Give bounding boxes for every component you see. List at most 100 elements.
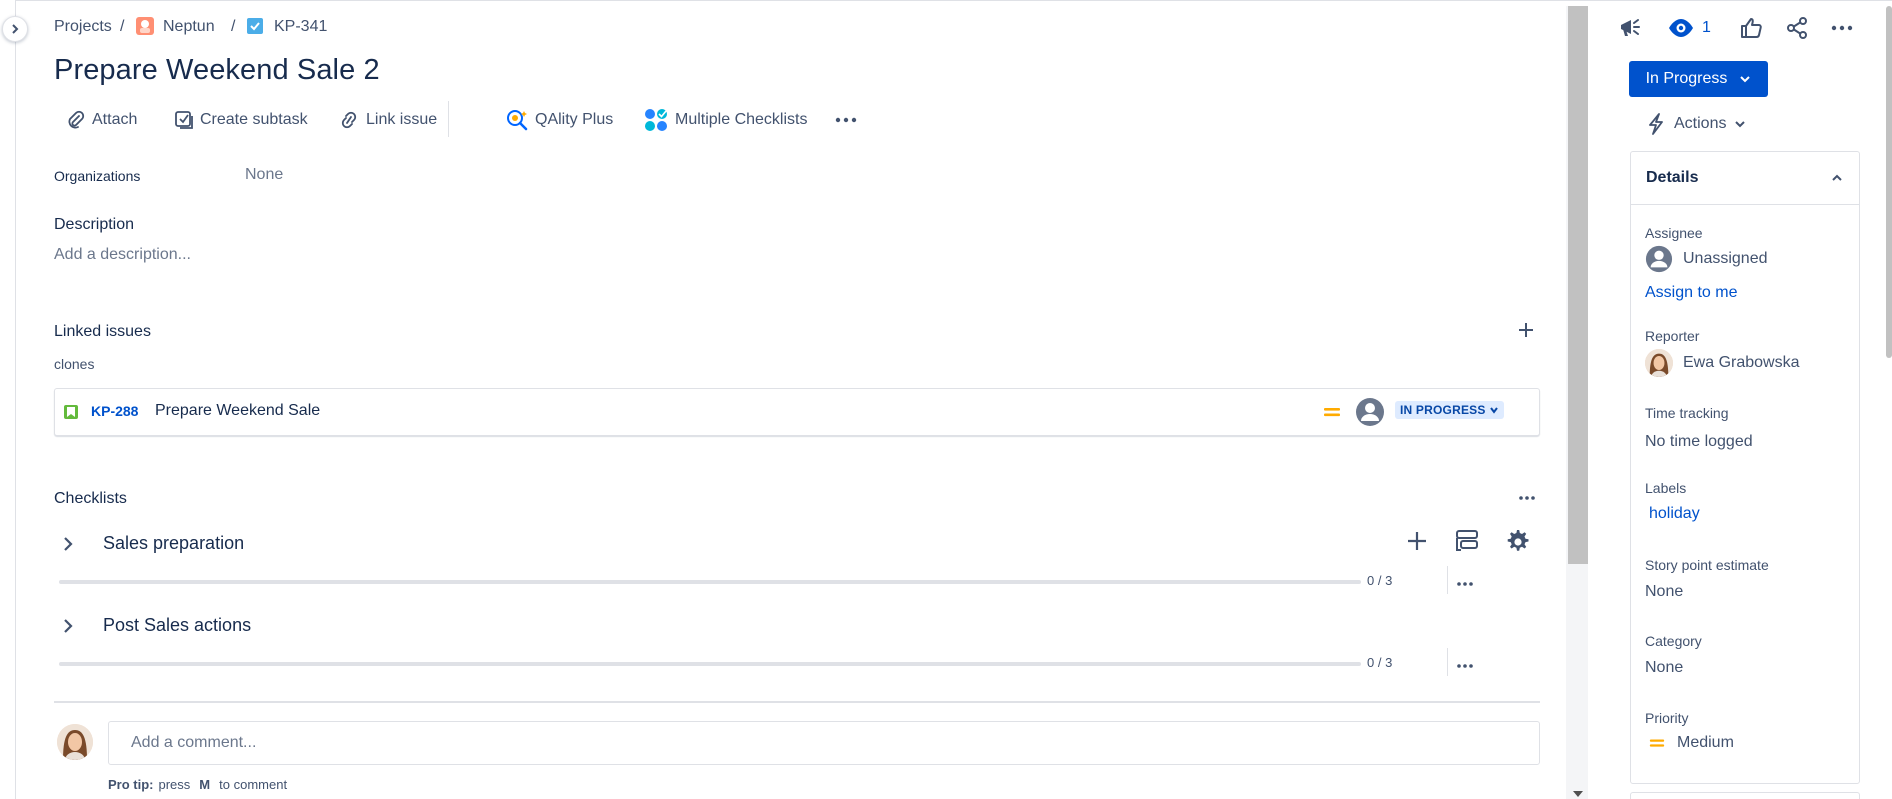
feedback-button[interactable] <box>1618 16 1642 40</box>
assignee-label: Assignee <box>1645 225 1703 241</box>
pro-tip: Pro tip: press M to comment <box>108 777 287 792</box>
status-dropdown-button[interactable]: In Progress <box>1629 61 1768 97</box>
time-tracking-value[interactable]: No time logged <box>1645 433 1753 451</box>
linked-issue-row[interactable]: KP-288 Prepare Weekend Sale IN PROGRESS <box>54 388 1540 436</box>
checklist-more-button[interactable] <box>1454 658 1476 674</box>
expand-sidebar-button[interactable] <box>2 16 28 42</box>
breadcrumb-separator: / <box>120 18 125 35</box>
more-icon <box>1516 490 1538 506</box>
chevron-up-icon <box>1830 171 1844 185</box>
details-header[interactable]: Details <box>1630 151 1860 205</box>
checklist-settings-button[interactable] <box>1503 527 1531 555</box>
linked-issues-heading: Linked issues <box>54 323 151 340</box>
checklist-expand-button[interactable] <box>58 534 78 554</box>
share-button[interactable] <box>1785 16 1809 40</box>
priority-value: Medium <box>1677 734 1734 751</box>
linked-issue-key[interactable]: KP-288 <box>91 403 138 419</box>
add-linked-issue-button[interactable] <box>1516 320 1536 340</box>
watch-button[interactable]: 1 <box>1668 14 1714 42</box>
assignee-field[interactable]: Unassigned <box>1645 245 1768 273</box>
description-input[interactable]: Add a description... <box>54 246 191 264</box>
left-sidebar-rail <box>0 0 16 799</box>
pro-tip-prefix: Pro tip: <box>108 777 154 792</box>
more-header-button[interactable] <box>1830 16 1854 40</box>
linked-issue-status-label: IN PROGRESS <box>1400 403 1486 417</box>
category-value[interactable]: None <box>1645 659 1683 677</box>
multiple-checklists-button[interactable]: Multiple Checklists <box>639 104 811 136</box>
checklist-progress-count: 0 / 3 <box>1367 655 1393 670</box>
paperclip-icon <box>66 110 86 130</box>
page-scrollbar-thumb[interactable] <box>1886 6 1892 358</box>
project-avatar-icon <box>136 17 154 35</box>
template-icon <box>1454 528 1480 554</box>
label-chip[interactable]: holiday <box>1649 505 1700 523</box>
attach-button[interactable]: Attach <box>62 104 141 136</box>
status-label: In Progress <box>1645 70 1728 87</box>
create-subtask-label: Create subtask <box>200 111 308 128</box>
checklist-progress-bar <box>59 580 1361 584</box>
checklist-name[interactable]: Sales preparation <box>103 533 244 554</box>
story-points-value[interactable]: None <box>1645 583 1683 601</box>
comment-divider <box>54 701 1540 703</box>
more-icon <box>834 108 858 132</box>
top-border <box>0 0 1892 1</box>
main-scrollbar-thumb[interactable] <box>1568 6 1588 564</box>
linked-issue-summary[interactable]: Prepare Weekend Sale <box>155 402 320 420</box>
add-checklist-item-button[interactable] <box>1404 528 1430 554</box>
checklists-heading: Checklists <box>54 490 127 507</box>
scroll-down-arrow[interactable] <box>1572 790 1584 798</box>
assignee-value: Unassigned <box>1683 250 1768 267</box>
gear-icon <box>1503 527 1531 555</box>
checklists-more-button[interactable] <box>1516 490 1538 506</box>
qality-plus-button[interactable]: QAlity Plus <box>501 104 617 136</box>
linked-issue-status[interactable]: IN PROGRESS <box>1395 401 1504 419</box>
description-heading: Description <box>54 216 135 233</box>
chevron-right-icon <box>58 616 78 636</box>
reporter-avatar <box>1645 349 1673 377</box>
organizations-label: Organizations <box>54 168 141 184</box>
next-panel-edge <box>1630 792 1860 799</box>
reporter-field[interactable]: Ewa Grabowska <box>1645 349 1800 377</box>
comment-input[interactable]: Add a comment... <box>108 721 1540 765</box>
story-points-label: Story point estimate <box>1645 557 1769 573</box>
breadcrumb: Projects / Neptun / KP-341 <box>54 14 394 42</box>
organizations-value[interactable]: None <box>245 166 283 184</box>
page-title[interactable]: Prepare Weekend Sale 2 <box>54 54 380 87</box>
assign-to-me-link[interactable]: Assign to me <box>1645 284 1737 302</box>
comment-placeholder: Add a comment... <box>131 734 257 751</box>
time-tracking-label: Time tracking <box>1645 405 1729 421</box>
vote-button[interactable] <box>1739 16 1763 40</box>
chevron-down-icon <box>458 110 478 130</box>
multiple-checklists-label: Multiple Checklists <box>675 111 808 128</box>
checklist-name[interactable]: Post Sales actions <box>103 615 251 636</box>
pro-tip-press: press <box>158 777 191 792</box>
chevron-right-icon <box>58 534 78 554</box>
priority-medium-icon <box>1323 403 1341 421</box>
actions-dropdown-button[interactable]: Actions <box>1646 111 1746 137</box>
breadcrumb-issue-key[interactable]: KP-341 <box>274 18 327 36</box>
lightning-icon <box>1646 113 1666 135</box>
priority-field[interactable]: Medium <box>1649 734 1734 752</box>
reporter-label: Reporter <box>1645 328 1700 344</box>
link-issue-label: Link issue <box>366 111 438 128</box>
checklist-expand-button[interactable] <box>58 616 78 636</box>
more-actions-dropdown-button[interactable] <box>458 110 478 130</box>
qality-plus-label: QAlity Plus <box>535 111 614 128</box>
checklist-more-button[interactable] <box>1454 576 1476 592</box>
unassigned-avatar-icon <box>1645 245 1673 273</box>
link-issue-button[interactable]: Link issue <box>334 104 441 136</box>
more-toolbar-button[interactable] <box>834 108 858 132</box>
actions-label: Actions <box>1674 115 1727 132</box>
details-heading: Details <box>1646 168 1699 186</box>
checklist-template-button[interactable] <box>1454 528 1480 554</box>
create-subtask-button[interactable]: Create subtask <box>170 104 312 136</box>
qality-plus-icon <box>505 108 529 132</box>
breadcrumb-project[interactable]: Neptun <box>163 18 215 36</box>
breadcrumb-projects[interactable]: Projects <box>54 18 112 36</box>
story-icon <box>64 405 78 419</box>
checklist-progress-count: 0 / 3 <box>1367 573 1393 588</box>
feedback-megaphone-icon <box>1618 16 1642 40</box>
chevron-right-icon <box>9 23 21 35</box>
like-icon <box>1739 16 1763 40</box>
link-icon <box>338 110 360 130</box>
